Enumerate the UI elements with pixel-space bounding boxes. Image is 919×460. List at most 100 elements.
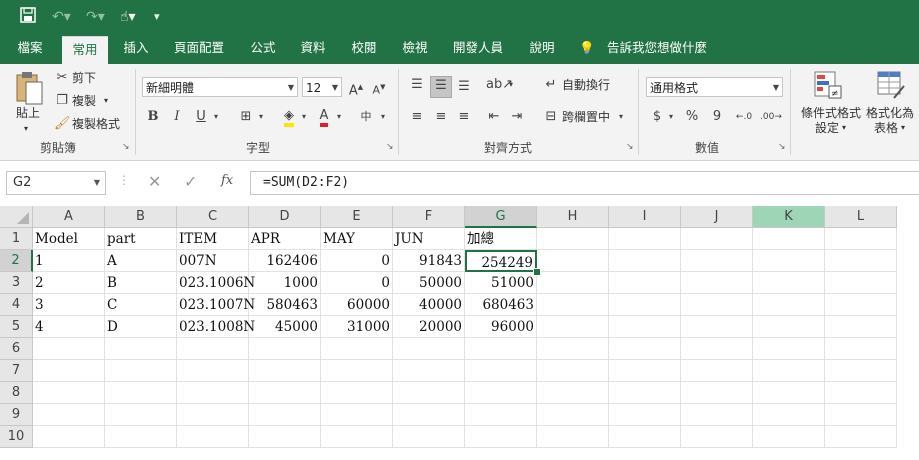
cell-e10[interactable] xyxy=(321,426,393,448)
cell-l1[interactable] xyxy=(825,228,897,250)
cell-f7[interactable] xyxy=(393,360,465,382)
save-icon[interactable] xyxy=(20,7,36,27)
format-painter-icon[interactable]: 🖌 xyxy=(54,115,71,133)
cell-c5[interactable]: 023.1008N xyxy=(177,316,255,338)
underline-button[interactable]: U xyxy=(194,108,208,126)
cell-i7[interactable] xyxy=(609,360,681,382)
cell-i4[interactable] xyxy=(609,294,681,316)
font-size-select[interactable]: 12 ▼ xyxy=(302,77,342,97)
merge-center-icon[interactable]: ⊟ xyxy=(542,108,560,126)
copy-dropdown-icon[interactable]: ▾ xyxy=(104,92,108,110)
align-bottom-icon[interactable]: ☰ xyxy=(455,78,473,96)
align-left-icon[interactable]: ≡ xyxy=(408,108,426,126)
format-painter-button[interactable]: 複製格式 xyxy=(72,115,120,133)
cell-j6[interactable] xyxy=(681,338,753,360)
column-header-f[interactable]: F xyxy=(393,206,465,228)
row-header-4[interactable]: 4 xyxy=(0,294,33,316)
cell-j3[interactable] xyxy=(681,272,753,294)
row-header-9[interactable]: 9 xyxy=(0,404,33,426)
cell-c1[interactable]: ITEM xyxy=(177,228,249,250)
tab-formulas[interactable]: 公式 xyxy=(243,33,283,64)
cell-a6[interactable] xyxy=(33,338,105,360)
phonetic-guide-icon[interactable]: 中 xyxy=(356,108,376,126)
cell-b7[interactable] xyxy=(105,360,177,382)
cell-j7[interactable] xyxy=(681,360,753,382)
cell-d2[interactable]: 162406 xyxy=(249,250,321,272)
copy-icon[interactable]: ❐ xyxy=(54,92,70,110)
cell-b9[interactable] xyxy=(105,404,177,426)
decrease-font-icon[interactable]: A▼ xyxy=(371,78,387,100)
column-header-h[interactable]: H xyxy=(537,206,609,228)
row-header-2[interactable]: 2 xyxy=(0,250,33,272)
cell-i5[interactable] xyxy=(609,316,681,338)
cell-d7[interactable] xyxy=(249,360,321,382)
cell-h7[interactable] xyxy=(537,360,609,382)
cell-l9[interactable] xyxy=(825,404,897,426)
cell-c8[interactable] xyxy=(177,382,249,404)
tab-data[interactable]: 資料 xyxy=(293,33,333,64)
cell-i3[interactable] xyxy=(609,272,681,294)
cell-k8[interactable] xyxy=(753,382,825,404)
wrap-text-button[interactable]: 自動換行 xyxy=(562,76,610,94)
cell-b4[interactable]: C xyxy=(105,294,177,316)
cancel-icon[interactable]: ✕ xyxy=(148,172,161,191)
cell-e4[interactable]: 60000 xyxy=(321,294,393,316)
more-options-icon[interactable]: ⋮ xyxy=(118,173,130,187)
cell-a8[interactable] xyxy=(33,382,105,404)
cell-j10[interactable] xyxy=(681,426,753,448)
wrap-text-icon[interactable]: ↵ xyxy=(542,76,560,94)
column-header-g[interactable]: G xyxy=(465,206,537,228)
fill-color-icon[interactable]: ◈ xyxy=(280,107,298,127)
cell-g2[interactable]: 254249 xyxy=(465,250,537,272)
cell-f3[interactable]: 50000 xyxy=(393,272,465,294)
decrease-decimal-icon[interactable]: .00→ xyxy=(760,108,782,126)
cell-k2[interactable] xyxy=(753,250,825,272)
cell-l7[interactable] xyxy=(825,360,897,382)
cell-k4[interactable] xyxy=(753,294,825,316)
undo-icon[interactable]: ↶▾ xyxy=(52,7,71,27)
touch-mode-icon[interactable]: ☝▾ xyxy=(120,7,136,27)
column-header-j[interactable]: J xyxy=(681,206,753,228)
cell-g6[interactable] xyxy=(465,338,537,360)
font-color-icon[interactable]: A xyxy=(315,107,333,127)
currency-dropdown-icon[interactable]: ▾ xyxy=(666,108,676,126)
fill-color-dropdown-icon[interactable]: ▾ xyxy=(299,108,309,126)
cell-d8[interactable] xyxy=(249,382,321,404)
name-box[interactable]: G2 ▼ xyxy=(6,171,106,195)
enter-icon[interactable]: ✓ xyxy=(184,172,197,191)
row-header-10[interactable]: 10 xyxy=(0,426,33,448)
cell-i1[interactable] xyxy=(609,228,681,250)
cell-i6[interactable] xyxy=(609,338,681,360)
cell-l5[interactable] xyxy=(825,316,897,338)
cell-g1[interactable]: 加總 xyxy=(465,228,537,250)
select-all-button[interactable] xyxy=(0,206,33,228)
cell-j4[interactable] xyxy=(681,294,753,316)
paste-dropdown-icon[interactable]: ▾ xyxy=(24,120,28,138)
cell-e5[interactable]: 31000 xyxy=(321,316,393,338)
row-header-3[interactable]: 3 xyxy=(0,272,33,294)
fill-handle[interactable] xyxy=(533,268,541,276)
cell-d10[interactable] xyxy=(249,426,321,448)
column-header-e[interactable]: E xyxy=(321,206,393,228)
cell-a5[interactable]: 4 xyxy=(33,316,105,338)
cell-i9[interactable] xyxy=(609,404,681,426)
cell-h4[interactable] xyxy=(537,294,609,316)
orientation-icon[interactable]: ab↗ xyxy=(486,76,513,94)
number-format-select[interactable]: 通用格式 ▼ xyxy=(646,77,783,97)
align-right-icon[interactable]: ≡ xyxy=(455,108,473,126)
conditional-formatting-icon[interactable]: ≠ xyxy=(813,70,843,102)
tab-insert[interactable]: 插入 xyxy=(115,33,157,64)
cell-g3[interactable]: 51000 xyxy=(465,272,537,294)
align-top-icon[interactable]: ☰ xyxy=(408,76,426,94)
redo-icon[interactable]: ↷▾ xyxy=(86,7,105,27)
italic-button[interactable]: I xyxy=(170,108,184,126)
cell-f4[interactable]: 40000 xyxy=(393,294,465,316)
cell-f1[interactable]: JUN xyxy=(393,228,465,250)
merge-center-button[interactable]: 跨欄置中 xyxy=(562,108,610,126)
column-header-d[interactable]: D xyxy=(249,206,321,228)
format-as-table-dropdown-icon[interactable]: ▾ xyxy=(901,119,905,137)
cell-l10[interactable] xyxy=(825,426,897,448)
cell-i8[interactable] xyxy=(609,382,681,404)
cell-j9[interactable] xyxy=(681,404,753,426)
cell-c3[interactable]: 023.1006N xyxy=(177,272,255,294)
